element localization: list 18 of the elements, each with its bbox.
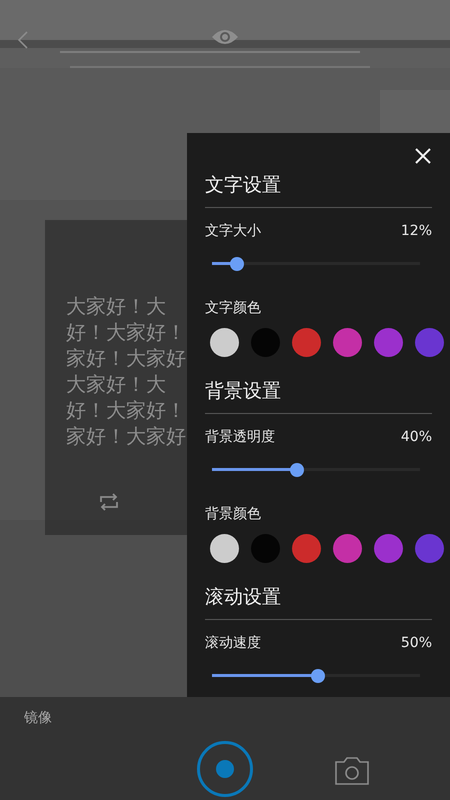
setting-label: 文字颜色 (205, 299, 261, 318)
setting-label: 背景颜色 (205, 505, 261, 524)
section-title: 背景设置 (205, 370, 432, 414)
section-title: 文字设置 (205, 165, 432, 208)
prompter-text: 大家好！大 (66, 371, 167, 397)
prompter-text: 家好！大家好 (66, 423, 187, 449)
setting-value: 40% (400, 429, 432, 446)
section-title: 滚动设置 (205, 576, 432, 620)
setting-value: 12% (400, 223, 432, 240)
setting-label: 文字大小 (205, 222, 261, 240)
setting-label: 背景透明度 (205, 428, 275, 446)
prompter-text: 大家好！大 (66, 293, 167, 319)
prompter-text: 家好！大家好 (66, 345, 187, 371)
prompter-text: 好！大家好！ (66, 319, 187, 345)
prompter-text: 好！大家好！ (66, 397, 187, 423)
mirror-toggle[interactable]: 镜像 (24, 709, 52, 727)
setting-value: 50% (400, 635, 432, 652)
setting-label: 滚动速度 (205, 634, 261, 652)
